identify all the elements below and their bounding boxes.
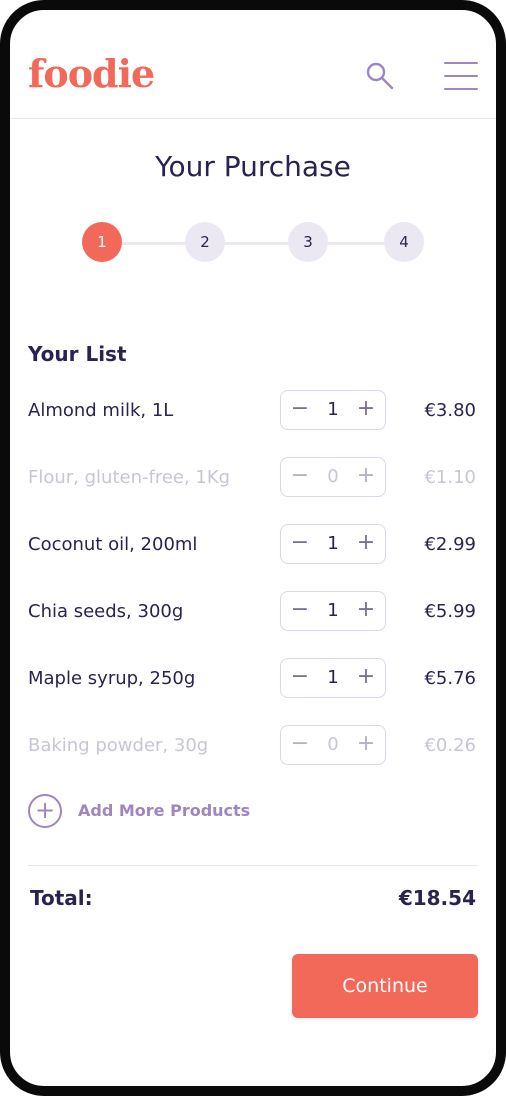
step-2[interactable]: 2 [185, 222, 225, 262]
increase-button[interactable]: + [349, 391, 383, 429]
divider [28, 865, 478, 866]
list-item: Maple syrup, 250g − 1 + €5.76 [10, 658, 496, 700]
product-price: €5.99 [424, 601, 476, 622]
foodie-logo[interactable]: foodie [28, 52, 155, 96]
product-name: Almond milk, 1L [28, 400, 174, 421]
decrease-button[interactable]: − [283, 458, 317, 496]
product-price: €3.80 [424, 400, 476, 421]
add-more-label[interactable]: Add More Products [78, 794, 250, 828]
quantity-value: 1 [327, 399, 339, 420]
quantity-stepper: − 0 + [280, 725, 386, 765]
add-more-products-button[interactable]: + Add More Products [28, 794, 268, 830]
list-item: Flour, gluten-free, 1Kg − 0 + €1.10 [10, 457, 496, 499]
total-value: €18.54 [398, 886, 476, 910]
quantity-value: 1 [327, 533, 339, 554]
step-3[interactable]: 3 [288, 222, 328, 262]
page-title: Your Purchase [155, 150, 351, 183]
quantity-value: 0 [327, 734, 339, 755]
hamburger-menu-icon[interactable] [444, 62, 480, 92]
list-item: Almond milk, 1L − 1 + €3.80 [10, 390, 496, 432]
quantity-stepper: − 1 + [280, 390, 386, 430]
product-name: Chia seeds, 300g [28, 601, 184, 622]
progress-stepper: 1 2 3 4 [10, 222, 496, 264]
step-4[interactable]: 4 [384, 222, 424, 262]
product-name: Baking powder, 30g [28, 735, 209, 756]
product-name: Coconut oil, 200ml [28, 534, 198, 555]
continue-button[interactable]: Continue [292, 954, 478, 1018]
quantity-value: 0 [327, 466, 339, 487]
increase-button[interactable]: + [349, 458, 383, 496]
decrease-button[interactable]: − [283, 592, 317, 630]
decrease-button[interactable]: − [283, 525, 317, 563]
list-heading: Your List [28, 342, 127, 366]
quantity-value: 1 [327, 667, 339, 688]
app-header: foodie [10, 10, 496, 119]
decrease-button[interactable]: − [283, 659, 317, 697]
plus-circle-icon[interactable]: + [28, 794, 62, 828]
quantity-stepper: − 1 + [280, 591, 386, 631]
quantity-stepper: − 1 + [280, 658, 386, 698]
product-name: Maple syrup, 250g [28, 668, 196, 689]
total-label: Total: [30, 886, 93, 910]
list-item: Baking powder, 30g − 0 + €0.26 [10, 725, 496, 767]
search-icon[interactable] [364, 60, 396, 92]
quantity-value: 1 [327, 600, 339, 621]
product-price: €5.76 [424, 668, 476, 689]
increase-button[interactable]: + [349, 659, 383, 697]
increase-button[interactable]: + [349, 525, 383, 563]
increase-button[interactable]: + [349, 592, 383, 630]
decrease-button[interactable]: − [283, 726, 317, 764]
decrease-button[interactable]: − [283, 391, 317, 429]
product-price: €1.10 [424, 467, 476, 488]
list-item: Coconut oil, 200ml − 1 + €2.99 [10, 524, 496, 566]
stepper-track [102, 242, 412, 245]
step-1[interactable]: 1 [82, 222, 122, 262]
list-item: Chia seeds, 300g − 1 + €5.99 [10, 591, 496, 633]
increase-button[interactable]: + [349, 726, 383, 764]
quantity-stepper: − 1 + [280, 524, 386, 564]
phone-frame: foodie Your Purchase 1 2 3 4 Your List A… [0, 0, 506, 1096]
product-price: €2.99 [424, 534, 476, 555]
product-price: €0.26 [424, 735, 476, 756]
product-name: Flour, gluten-free, 1Kg [28, 467, 231, 488]
quantity-stepper: − 0 + [280, 457, 386, 497]
